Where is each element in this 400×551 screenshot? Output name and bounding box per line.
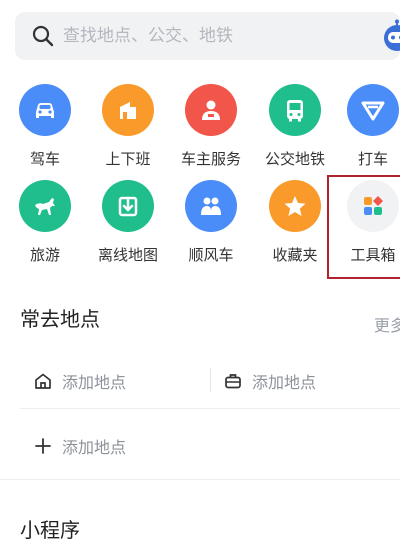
add-home-place[interactable]: 添加地点: [34, 369, 126, 393]
more-link[interactable]: 更多: [374, 312, 400, 336]
plus-icon: [35, 438, 51, 454]
search-input[interactable]: 查找地点、公交、地铁: [63, 12, 233, 60]
grid-item-label: 打车: [357, 150, 388, 168]
add-place-label: 添加地点: [252, 373, 317, 392]
grid-item-label: 顺风车: [188, 246, 234, 264]
grid-item-label: 公交地铁: [264, 150, 325, 168]
grid-item-driver-service[interactable]: 车主服务: [166, 84, 256, 169]
grid-item-offline-map[interactable]: 离线地图: [83, 180, 173, 265]
grid-item-bus-metro[interactable]: 公交地铁: [250, 84, 340, 169]
grid-item-label: 上下班: [105, 150, 151, 168]
taxi-icon: [347, 84, 399, 136]
bus-icon: [269, 84, 321, 136]
add-work-place[interactable]: 添加地点: [224, 369, 316, 393]
car-icon: [19, 84, 71, 136]
driver-service-icon: [185, 84, 237, 136]
add-place-label: 添加地点: [62, 438, 127, 457]
mini-programs-title: 小程序: [20, 518, 80, 542]
place-divider: [20, 408, 400, 409]
search-icon: [32, 25, 54, 47]
vertical-divider: [210, 368, 211, 392]
grid-item-carpool[interactable]: 顺风车: [166, 180, 256, 265]
frequent-places-title: 常去地点: [20, 307, 100, 331]
carpool-icon: [185, 180, 237, 232]
grid-item-label: 驾车: [29, 150, 60, 168]
grid-item-label: 车主服务: [180, 150, 241, 168]
grid-item-label: 离线地图: [97, 246, 158, 264]
voice-assistant-icon[interactable]: [380, 19, 400, 53]
search-bar[interactable]: 查找地点、公交、地铁: [15, 12, 400, 60]
briefcase-icon: [225, 374, 241, 389]
grid-item-label: 旅游: [29, 246, 60, 264]
grid-item-travel[interactable]: 旅游: [0, 180, 90, 265]
horse-icon: [19, 180, 71, 232]
toolbox-highlight-frame: [327, 175, 400, 279]
grid-item-commute[interactable]: 上下班: [83, 84, 173, 169]
add-place[interactable]: 添加地点: [34, 434, 126, 458]
home-icon: [35, 373, 51, 389]
commute-icon: [102, 84, 154, 136]
grid-item-taxi[interactable]: 打车: [328, 84, 400, 169]
grid-item-drive[interactable]: 驾车: [0, 84, 90, 169]
section-divider: [0, 479, 400, 480]
star-icon: [269, 180, 321, 232]
download-icon: [102, 180, 154, 232]
add-place-label: 添加地点: [62, 373, 127, 392]
